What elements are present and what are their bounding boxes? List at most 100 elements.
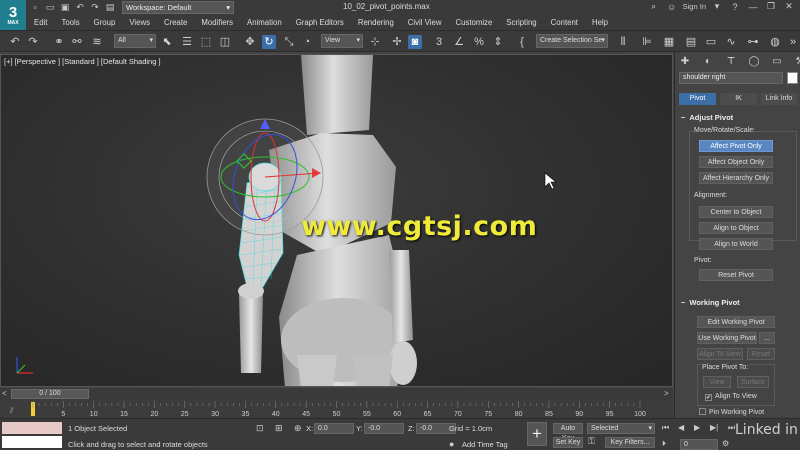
window-crossing-icon[interactable]: ◫ xyxy=(218,35,232,49)
selected-set-dropdown[interactable]: Selected xyxy=(587,423,655,434)
named-selection-dropdown[interactable]: Create Selection Se xyxy=(536,34,608,48)
curve-editor-icon[interactable]: ∿ xyxy=(724,35,738,49)
time-configuration-icon[interactable]: ⚙ xyxy=(722,439,729,448)
reset-working-pivot-button[interactable]: Reset xyxy=(747,348,775,360)
align-to-object-button[interactable]: Align to Object xyxy=(699,222,773,234)
menu-animation[interactable]: Animation xyxy=(247,18,282,27)
menu-tools[interactable]: Tools xyxy=(61,18,79,27)
tab-pivot[interactable]: Pivot xyxy=(679,93,716,105)
select-and-move-icon[interactable]: ✥ xyxy=(243,35,257,49)
edit-working-pivot-button[interactable]: Edit Working Pivot xyxy=(697,316,775,328)
previous-frame-icon[interactable]: ◀ xyxy=(678,423,684,432)
key-filters-button[interactable]: Key Filters... xyxy=(605,437,655,448)
open-folder-icon[interactable]: ▭ xyxy=(45,2,55,12)
affect-hierarchy-only-button[interactable]: Affect Hierarchy Only xyxy=(699,172,773,184)
ribbon-toggle-icon[interactable]: ▭ xyxy=(704,35,718,49)
reset-pivot-button[interactable]: Reset Pivot xyxy=(699,269,773,281)
unlink-icon[interactable]: ⚯ xyxy=(70,35,84,49)
play-icon[interactable]: ▶ xyxy=(694,423,700,432)
project-folder-icon[interactable]: ▤ xyxy=(105,2,115,12)
place-pivot-view-button[interactable]: View xyxy=(703,376,731,388)
menu-customize[interactable]: Customize xyxy=(455,18,492,27)
spinner-snap-icon[interactable]: ⇕ xyxy=(491,35,505,49)
menu-content[interactable]: Content xyxy=(551,18,578,27)
perspective-viewport[interactable]: [+] [Perspective ] [Standard ] [Default … xyxy=(0,54,673,387)
modify-tab-icon[interactable]: ◐ xyxy=(702,56,714,68)
center-to-object-button[interactable]: Center to Object xyxy=(699,206,773,218)
hierarchy-tab-icon[interactable]: ⊤ xyxy=(725,56,737,68)
select-and-rotate-icon[interactable]: ↻ xyxy=(262,35,276,49)
menu-scripting[interactable]: Scripting xyxy=(506,18,536,27)
select-and-place-icon[interactable]: ◔ xyxy=(300,35,314,49)
toolbar-overflow-icon[interactable]: » xyxy=(786,35,800,49)
align-to-world-button[interactable]: Align to World xyxy=(699,238,773,250)
time-slider[interactable]: < 0 / 100 > xyxy=(0,388,673,400)
select-manipulate-icon[interactable]: ✢ xyxy=(390,35,404,49)
material-editor-icon[interactable]: ◍ xyxy=(768,35,782,49)
menu-create[interactable]: Create xyxy=(164,18,187,27)
set-key-button[interactable]: Set Key xyxy=(553,437,583,448)
selection-lock-icon[interactable]: ⊞ xyxy=(275,423,283,434)
selection-filter-dropdown[interactable]: All xyxy=(114,34,156,48)
maximize-button[interactable]: ❐ xyxy=(764,1,778,12)
menu-civil-view[interactable]: Civil View xyxy=(408,18,442,27)
pin-working-pivot-checkbox[interactable]: Pin Working Pivot xyxy=(699,408,764,416)
align-to-view-checkbox[interactable]: ✔ Align To View xyxy=(705,393,757,401)
redo-icon[interactable]: ↷ xyxy=(26,35,40,49)
redo-icon[interactable]: ↷ xyxy=(90,2,100,12)
save-icon[interactable]: ▣ xyxy=(60,2,70,12)
motion-tab-icon[interactable]: ◯ xyxy=(748,56,760,68)
display-tab-icon[interactable]: ▭ xyxy=(771,56,783,68)
maxscript-listener-input[interactable] xyxy=(2,422,62,434)
help-icon[interactable]: ? xyxy=(728,2,742,12)
next-frame-icon[interactable]: ▶| xyxy=(710,423,718,432)
percent-snap-icon[interactable]: % xyxy=(472,35,486,49)
new-file-icon[interactable]: ▫ xyxy=(30,2,40,12)
object-name-field[interactable]: shoulder right xyxy=(679,72,783,84)
angle-snap-icon[interactable]: ∠ xyxy=(452,35,466,49)
time-slider-prev-arrow[interactable]: < xyxy=(2,389,7,398)
utilities-tab-icon[interactable]: ⚒ xyxy=(794,56,800,68)
auto-key-button[interactable]: Auto Key xyxy=(553,423,583,442)
current-frame-field[interactable]: 0 xyxy=(680,439,718,450)
undo-icon[interactable]: ↶ xyxy=(75,2,85,12)
align-icon[interactable]: ⊫ xyxy=(640,35,654,49)
isolate-selection-icon[interactable]: ⊡ xyxy=(256,423,264,434)
tab-link-info[interactable]: Link Info xyxy=(761,93,797,105)
reference-coordinate-dropdown[interactable]: View xyxy=(321,34,363,48)
scene-explorer-icon[interactable]: ▦ xyxy=(662,35,676,49)
snaps-toggle-icon[interactable]: 3 xyxy=(432,35,446,49)
select-by-name-icon[interactable]: ☰ xyxy=(180,35,194,49)
edit-named-selection-icon[interactable]: { xyxy=(515,35,529,49)
absolute-mode-icon[interactable]: ⊕ xyxy=(294,423,302,434)
align-to-view-button[interactable]: Align To View xyxy=(697,348,743,360)
object-color-swatch[interactable] xyxy=(787,72,798,84)
y-coord-field[interactable]: -0.0 xyxy=(364,423,404,434)
schematic-view-icon[interactable]: ⊶ xyxy=(746,35,760,49)
close-button[interactable]: ✕ xyxy=(782,1,796,12)
track-bar[interactable]: ⫽ 5 10 15 20 25 30 35 40 45 50 55 60 65 70 75 80 85 90 95 1… xyxy=(0,400,673,418)
minimize-button[interactable]: — xyxy=(746,2,760,12)
menu-rendering[interactable]: Rendering xyxy=(358,18,394,27)
undo-icon[interactable]: ↶ xyxy=(8,35,22,49)
affect-object-only-button[interactable]: Affect Object Only xyxy=(699,156,773,168)
working-pivot-options-button[interactable]: ... xyxy=(759,332,775,344)
bind-space-warp-icon[interactable]: ≋ xyxy=(90,35,104,49)
select-object-icon[interactable]: ⬉ xyxy=(160,35,174,49)
set-key-big-icon[interactable]: + xyxy=(527,422,547,446)
sign-in-link[interactable]: Sign In xyxy=(683,2,706,11)
place-pivot-surface-button[interactable]: Surface xyxy=(737,376,769,388)
search-icon[interactable]: ⌕ xyxy=(647,1,661,12)
rectangle-selection-icon[interactable]: ⬚ xyxy=(199,35,213,49)
menu-edit[interactable]: Edit xyxy=(34,18,47,27)
working-pivot-rollout-header[interactable]: Working Pivot xyxy=(679,297,797,308)
key-mode-toggle-icon[interactable]: ⏵ xyxy=(662,439,666,449)
use-pivot-center-icon[interactable]: ⊹ xyxy=(368,35,382,49)
link-icon[interactable]: ⚭ xyxy=(52,35,66,49)
go-to-start-icon[interactable]: ⏮ xyxy=(662,423,669,433)
menu-help[interactable]: Help xyxy=(592,18,608,27)
tab-ik[interactable]: IK xyxy=(720,93,757,105)
menu-views[interactable]: Views xyxy=(129,18,150,27)
add-time-tag-button[interactable]: Add Time Tag xyxy=(462,440,508,449)
adjust-pivot-rollout-header[interactable]: Adjust Pivot xyxy=(679,112,797,123)
